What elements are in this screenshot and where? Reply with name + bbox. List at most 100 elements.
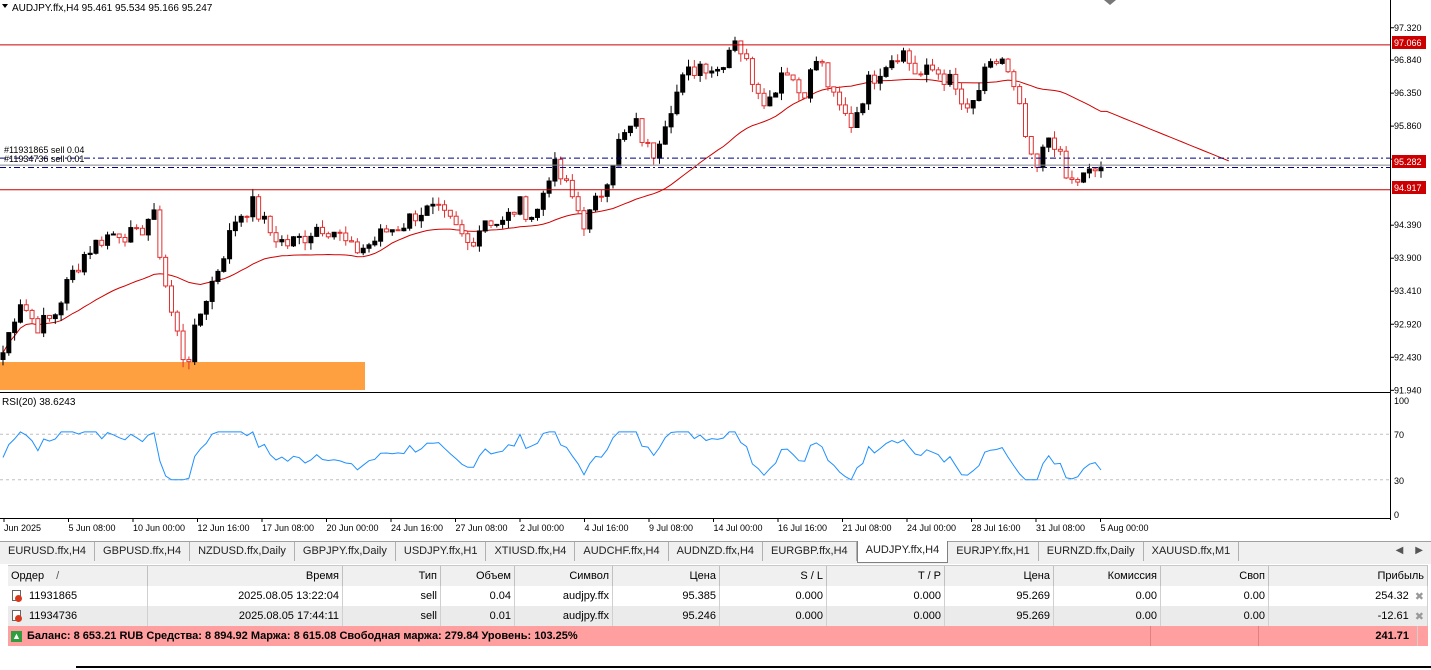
candle-body — [831, 86, 837, 93]
candle-body — [442, 204, 448, 211]
header-commission[interactable]: Комиссия — [1054, 566, 1161, 586]
header-swap[interactable]: Своп — [1161, 566, 1269, 586]
table-row[interactable]: 11931865 2025.08.05 13:22:04 sell 0.04 a… — [8, 586, 1428, 606]
tab-eurusd[interactable]: EURUSD.ffx,H4 — [0, 542, 96, 561]
tab-eurgbp[interactable]: EURGBP.ffx,H4 — [763, 542, 857, 561]
candle-body — [99, 239, 105, 246]
candle-body — [296, 235, 302, 238]
balance-row: ▲ Баланс: 8 653.21 RUB Средства: 8 894.92… — [8, 626, 1428, 646]
candle-body — [418, 214, 424, 222]
chart-menu-icon[interactable] — [2, 4, 8, 8]
tab-eurjpy[interactable]: EURJPY.ffx,H1 — [948, 542, 1039, 561]
candle-body — [453, 215, 459, 226]
candle-body — [52, 314, 58, 320]
header-symbol[interactable]: Символ — [515, 566, 613, 586]
chart-shift-icon[interactable] — [1104, 0, 1116, 5]
time-tick: 4 Jul 16:00 — [585, 523, 629, 533]
ma-line — [2, 78, 1229, 353]
candle-body — [912, 62, 918, 75]
candle-body — [616, 138, 622, 167]
header-volume[interactable]: Объем — [441, 566, 515, 586]
header-tp[interactable]: T / P — [827, 566, 945, 586]
candle-body — [1086, 168, 1092, 174]
price-tick: 92.920 — [1394, 319, 1422, 329]
candle-body — [389, 229, 395, 233]
tab-scroll-right-icon[interactable]: ▶ — [1415, 545, 1423, 556]
tab-audjpy[interactable]: AUDJPY.ffx,H4 — [856, 541, 949, 563]
candle-body — [221, 258, 227, 272]
order-swap: 0.00 — [1161, 606, 1269, 626]
candle-body — [877, 75, 883, 84]
candle-body — [819, 60, 825, 64]
order-id: 11934736 — [29, 610, 78, 622]
candle-body — [639, 118, 645, 143]
candle-body — [871, 74, 877, 84]
balance-summary: Баланс: 8 653.21 RUB Средства: 8 894.92 … — [27, 630, 578, 642]
tab-audnzd[interactable]: AUDNZD.ffx,H4 — [669, 542, 764, 561]
price-tick: 96.840 — [1394, 55, 1422, 65]
tab-nzdusd[interactable]: NZDUSD.ffx,Daily — [190, 542, 295, 561]
candle-body — [134, 227, 140, 230]
candle-body — [372, 240, 378, 246]
candle-body — [825, 62, 831, 88]
close-order-icon[interactable]: ✖ — [1415, 610, 1424, 623]
candle-body — [1069, 177, 1075, 181]
rsi-line — [2, 431, 1102, 481]
time-tick: 5 Jun 08:00 — [69, 523, 116, 533]
trade-terminal: Ордер / Время Тип Объем Символ Цена S / L… — [0, 564, 1431, 670]
candle-body — [593, 195, 599, 211]
table-row[interactable]: 11934736 2025.08.05 17:44:11 sell 0.01 a… — [8, 606, 1428, 626]
candle-body — [331, 231, 337, 238]
close-order-icon[interactable]: ✖ — [1415, 590, 1424, 603]
candle-body — [337, 231, 343, 234]
candle-body — [494, 223, 500, 226]
tab-gbpusd[interactable]: GBPUSD.ffx,H4 — [95, 542, 191, 561]
tab-usdjpy[interactable]: USDJPY.ffx,H1 — [396, 542, 487, 561]
candle-body — [447, 209, 453, 217]
candle-body — [93, 239, 99, 254]
candle-body — [889, 60, 895, 69]
candle-body — [290, 236, 296, 247]
header-type[interactable]: Тип — [343, 566, 441, 586]
tab-xtiusd[interactable]: XTIUSD.ffx,H4 — [486, 542, 576, 561]
header-order[interactable]: Ордер / — [8, 566, 148, 586]
rsi-label: RSI(20) 38.6243 — [2, 397, 76, 408]
tab-eurnzd[interactable]: EURNZD.ffx,Daily — [1039, 542, 1144, 561]
candle-body — [23, 304, 29, 311]
header-current-price[interactable]: Цена — [945, 566, 1054, 586]
candle-body — [651, 142, 657, 159]
header-time[interactable]: Время — [148, 566, 343, 586]
price-tick: 93.410 — [1394, 286, 1422, 296]
candle-body — [1092, 168, 1098, 172]
candle-body — [215, 270, 221, 282]
header-open-price[interactable]: Цена — [613, 566, 720, 586]
candle-body — [1081, 172, 1087, 183]
order-tp: 0.000 — [827, 586, 945, 606]
order-current-price: 95.269 — [945, 606, 1054, 626]
tab-scroll-left-icon[interactable]: ◀ — [1396, 545, 1404, 556]
candle-body — [168, 285, 174, 313]
order-type: sell — [343, 586, 441, 606]
candle-body — [76, 269, 82, 273]
candle-body — [70, 269, 76, 281]
candle-body — [999, 58, 1005, 64]
header-profit[interactable]: Прибыль — [1269, 566, 1428, 586]
chart-header: AUDJPY.ffx,H4 95.461 95.534 95.166 95.24… — [12, 3, 213, 14]
candle-body — [349, 240, 355, 243]
candle-body — [697, 63, 703, 76]
price-chart[interactable]: 97.32096.84096.35095.86095.37094.39093.9… — [0, 0, 1431, 541]
candle-body — [604, 184, 610, 197]
time-tick: 20 Jun 00:00 — [327, 523, 379, 533]
order-profit: -12.61 — [1377, 610, 1409, 622]
candle-body — [198, 313, 204, 326]
tab-gbpjpy[interactable]: GBPJPY.ffx,Daily — [295, 542, 396, 561]
candle-body — [145, 218, 151, 236]
chart-frame — [0, 0, 1391, 520]
candle-body — [918, 73, 924, 76]
candle-body — [151, 209, 157, 220]
candle-body — [517, 196, 523, 215]
tab-audchf[interactable]: AUDCHF.ffx,H4 — [575, 542, 669, 561]
header-sl[interactable]: S / L — [720, 566, 827, 586]
tab-xauusd[interactable]: XAUUSD.ffx,M1 — [1144, 542, 1240, 561]
candle-body — [581, 210, 587, 230]
